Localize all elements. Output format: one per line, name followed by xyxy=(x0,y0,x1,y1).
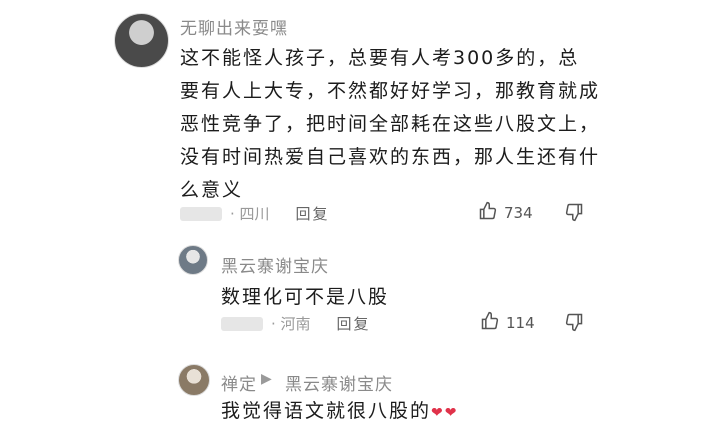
like-count: 734 xyxy=(504,204,533,222)
blurred-time xyxy=(180,206,222,221)
reply-text: 数理化可不是八股 xyxy=(221,286,390,308)
play-triangle-icon: ▶ xyxy=(261,371,272,387)
thumbs-down-icon xyxy=(564,313,584,336)
thumbs-up-icon xyxy=(480,311,500,335)
comment-username[interactable]: 无聊出来耍嘿 xyxy=(180,14,288,39)
reply-text-content: 我觉得语文就很八股的 xyxy=(221,400,432,422)
blurred-time xyxy=(221,316,263,331)
reply-avatar[interactable] xyxy=(178,245,208,275)
dislike-button[interactable] xyxy=(564,312,584,336)
reply-avatar[interactable] xyxy=(178,364,210,396)
thumbs-up-icon xyxy=(478,201,498,225)
thumbs-down-icon xyxy=(564,203,584,226)
heart-emoji: ❤❤ xyxy=(431,405,459,421)
dislike-button[interactable] xyxy=(564,202,584,226)
reply-username[interactable]: 禅定 xyxy=(221,370,257,395)
like-count: 114 xyxy=(506,314,535,332)
reply-meta: · 河南 回复 xyxy=(221,313,371,334)
like-button[interactable]: 114 xyxy=(480,311,535,335)
comment-location: · 四川 xyxy=(230,205,270,223)
reply-text: 我觉得语文就很八股的❤❤ xyxy=(221,396,458,423)
reply-button[interactable]: 回复 xyxy=(296,203,330,224)
reply-username[interactable]: 黑云寨谢宝庆 xyxy=(221,252,329,277)
comment-avatar[interactable] xyxy=(114,13,169,68)
like-button[interactable]: 734 xyxy=(478,201,533,225)
reply-to-username[interactable]: 黑云寨谢宝庆 xyxy=(285,370,393,395)
comment-meta: · 四川 回复 xyxy=(180,203,330,224)
reply-location: · 河南 xyxy=(271,315,311,333)
comment-text: 这不能怪人孩子，总要有人考300多的，总要有人上大专，不然都好好学习，那教育就成… xyxy=(180,47,601,201)
reply-button[interactable]: 回复 xyxy=(337,313,371,334)
